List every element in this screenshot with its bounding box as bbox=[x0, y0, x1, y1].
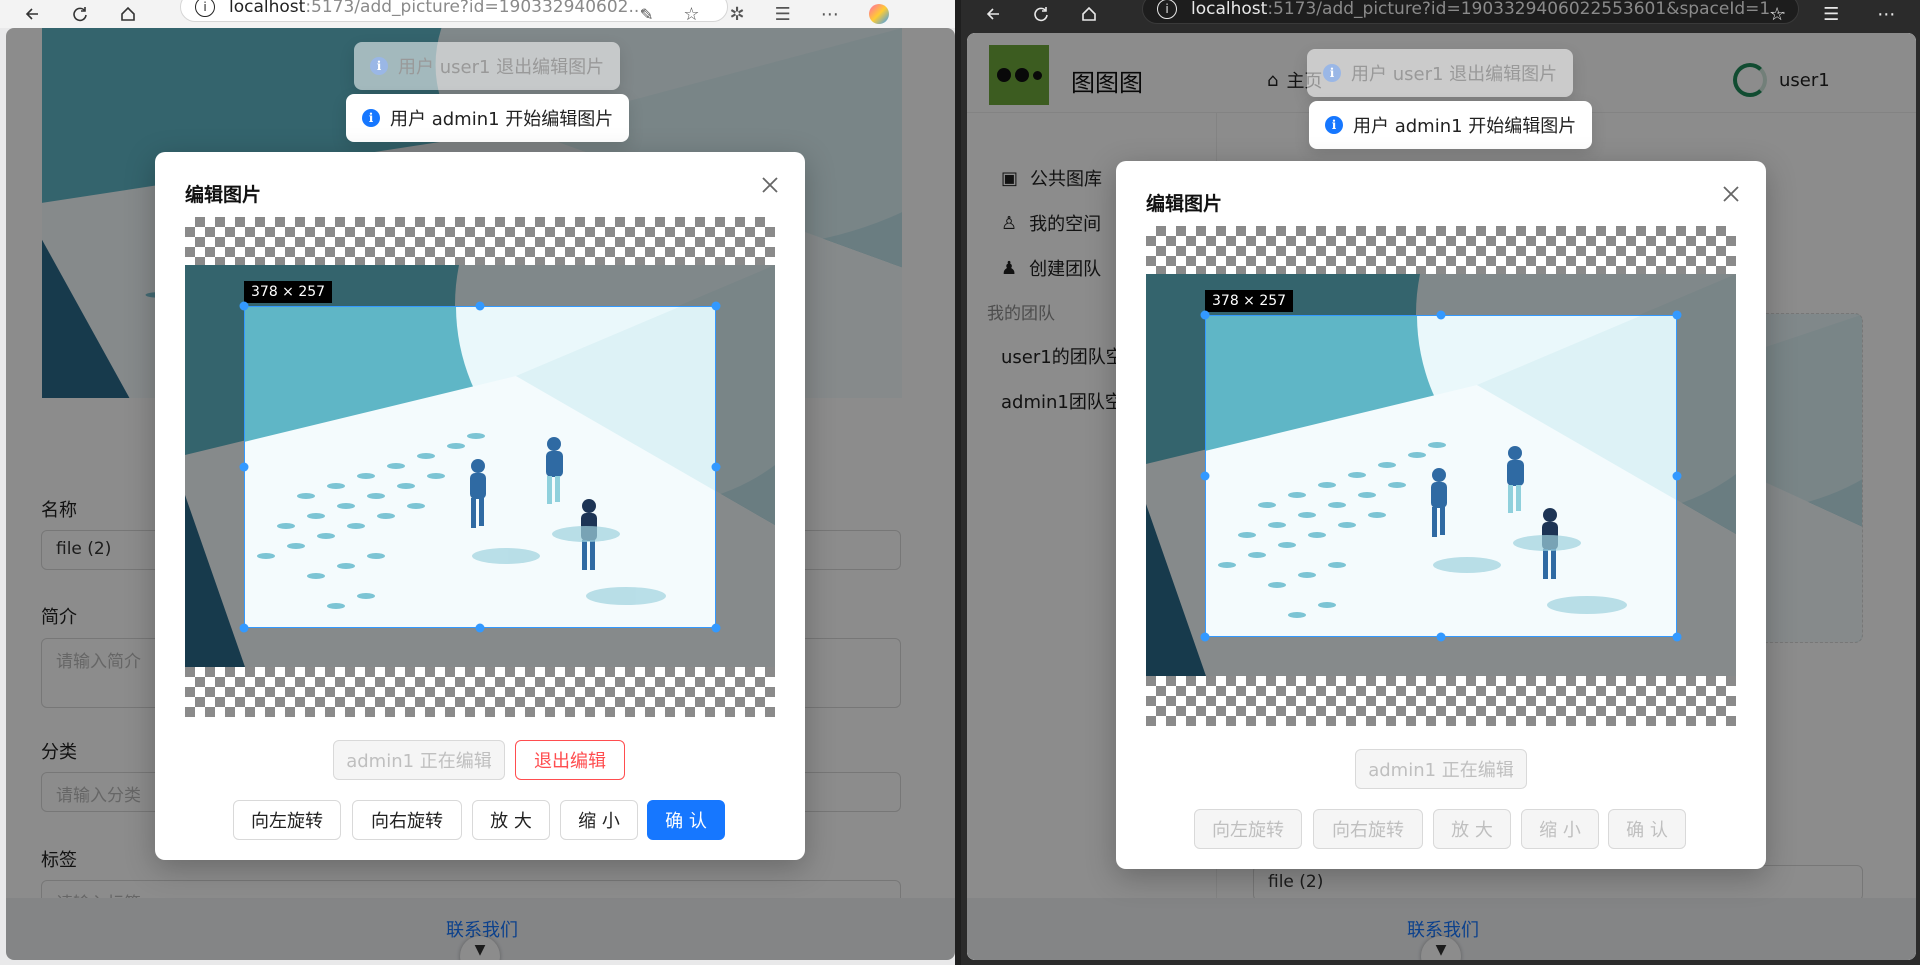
message-toast: i 用户 admin1 开始编辑图片 bbox=[1309, 101, 1593, 149]
confirm-button: 确 认 bbox=[1608, 809, 1686, 849]
browser-toolbar: i localhost:5173/add_picture?id=19033294… bbox=[961, 0, 1920, 28]
crop-handle-w[interactable] bbox=[1200, 471, 1210, 481]
crop-handle-w[interactable] bbox=[239, 462, 249, 472]
home-icon[interactable] bbox=[118, 4, 138, 24]
close-icon[interactable] bbox=[1720, 183, 1742, 205]
crop-handle-s[interactable] bbox=[475, 623, 485, 633]
favorites-list-icon[interactable]: ☰ bbox=[1823, 4, 1839, 25]
editing-status-button: admin1 正在编辑 bbox=[1355, 749, 1527, 789]
crop-handle-n[interactable] bbox=[1436, 310, 1446, 320]
address-bar[interactable]: i localhost:5173/add_picture?id=19033294… bbox=[1142, 0, 1799, 24]
more-menu-icon[interactable]: ⋯ bbox=[821, 4, 839, 25]
crop-selection-box[interactable] bbox=[1205, 315, 1677, 637]
toast-text: 用户 user1 退出编辑图片 bbox=[398, 57, 605, 78]
crop-handle-s[interactable] bbox=[1436, 632, 1446, 642]
toast-text: 用户 admin1 开始编辑图片 bbox=[390, 109, 614, 130]
site-info-icon[interactable]: i bbox=[1157, 0, 1177, 19]
back-icon[interactable] bbox=[22, 4, 42, 24]
favorites-list-icon[interactable]: ☰ bbox=[775, 4, 791, 25]
image-cropper[interactable]: 378 × 257 bbox=[1146, 226, 1736, 726]
confirm-button[interactable]: 确 认 bbox=[647, 800, 725, 840]
url-host: localhost bbox=[229, 0, 306, 17]
page-content: 图图图 ⌂ 主页 user1 ▣ 公共图库 ♙ 我的空间 ♟ 创建团队 我的团队 us… bbox=[967, 33, 1916, 960]
crop-handle-e[interactable] bbox=[711, 462, 721, 472]
crop-handle-se[interactable] bbox=[1672, 632, 1682, 642]
zoom-in-button: 放 大 bbox=[1433, 809, 1511, 849]
favorite-star-icon[interactable]: ☆ bbox=[1769, 4, 1785, 25]
zoom-out-button[interactable]: 缩 小 bbox=[560, 800, 638, 840]
page-content: 名称 file (2) 简介 请输入简介 分类 请输入分类 标签 请输入标签 联… bbox=[6, 28, 955, 960]
message-toast-fading: i 用户 user1 退出编辑图片 bbox=[354, 42, 621, 90]
exit-edit-button[interactable]: 退出编辑 bbox=[515, 740, 625, 780]
edit-picture-modal: 编辑图片 378 × 257 admin1 正在编辑 退出编辑 向左旋转 向右旋… bbox=[155, 152, 805, 860]
toast-text: 用户 admin1 开始编辑图片 bbox=[1353, 116, 1577, 137]
zoom-out-button: 缩 小 bbox=[1521, 809, 1599, 849]
rotate-right-button: 向右旋转 bbox=[1313, 809, 1423, 849]
edit-picture-modal: 编辑图片 378 × 257 admin1 正在编辑 向左旋转 向右旋转 放 大… bbox=[1116, 161, 1766, 869]
info-icon: i bbox=[370, 57, 388, 75]
back-icon[interactable] bbox=[983, 4, 1003, 24]
url-host: localhost bbox=[1191, 0, 1268, 19]
modal-title: 编辑图片 bbox=[1146, 193, 1223, 215]
browser-toolbar: i localhost:5173/add_picture?id=19033294… bbox=[0, 0, 961, 28]
crop-selection-box[interactable] bbox=[244, 306, 716, 628]
crop-size-label: 378 × 257 bbox=[244, 281, 333, 303]
modal-title: 编辑图片 bbox=[185, 184, 262, 206]
url-path: :5173/add_picture?id=190332940602... bbox=[305, 0, 645, 17]
crop-handle-sw[interactable] bbox=[1200, 632, 1210, 642]
crop-handle-nw[interactable] bbox=[1200, 310, 1210, 320]
crop-handle-e[interactable] bbox=[1672, 471, 1682, 481]
message-toast-fading: i 用户 user1 退出编辑图片 bbox=[1307, 49, 1574, 97]
editing-status-button: admin1 正在编辑 bbox=[333, 740, 505, 780]
crop-handle-ne[interactable] bbox=[1672, 310, 1682, 320]
image-cropper[interactable]: 378 × 257 bbox=[185, 217, 775, 717]
info-icon: i bbox=[1323, 64, 1341, 82]
info-icon: i bbox=[1325, 116, 1343, 134]
favorite-star-icon[interactable]: ☆ bbox=[683, 4, 699, 25]
crop-size-label: 378 × 257 bbox=[1205, 290, 1294, 312]
right-browser-window: i localhost:5173/add_picture?id=19033294… bbox=[961, 0, 1920, 965]
crop-handle-sw[interactable] bbox=[239, 623, 249, 633]
info-icon: i bbox=[362, 109, 380, 127]
refresh-icon[interactable] bbox=[70, 4, 90, 24]
rotate-left-button[interactable]: 向左旋转 bbox=[233, 800, 341, 840]
rotate-right-button[interactable]: 向右旋转 bbox=[352, 800, 462, 840]
extensions-icon[interactable]: ✲ bbox=[730, 4, 745, 25]
rotate-left-button: 向左旋转 bbox=[1194, 809, 1302, 849]
crop-handle-n[interactable] bbox=[475, 301, 485, 311]
crop-handle-ne[interactable] bbox=[711, 301, 721, 311]
read-aloud-icon[interactable]: ✎ bbox=[640, 5, 653, 24]
message-toast: i 用户 admin1 开始编辑图片 bbox=[346, 94, 630, 142]
more-menu-icon[interactable]: ⋯ bbox=[1877, 4, 1895, 25]
zoom-in-button[interactable]: 放 大 bbox=[472, 800, 550, 840]
left-browser-window: i localhost:5173/add_picture?id=19033294… bbox=[0, 0, 961, 965]
crop-handle-nw[interactable] bbox=[239, 301, 249, 311]
copilot-icon[interactable] bbox=[868, 4, 889, 24]
url-path: :5173/add_picture?id=1903329406022553601… bbox=[1267, 0, 1787, 19]
refresh-icon[interactable] bbox=[1031, 4, 1051, 24]
toast-text: 用户 user1 退出编辑图片 bbox=[1351, 64, 1558, 85]
close-icon[interactable] bbox=[759, 174, 781, 196]
site-info-icon[interactable]: i bbox=[195, 0, 215, 17]
crop-handle-se[interactable] bbox=[711, 623, 721, 633]
home-icon[interactable] bbox=[1079, 4, 1099, 24]
